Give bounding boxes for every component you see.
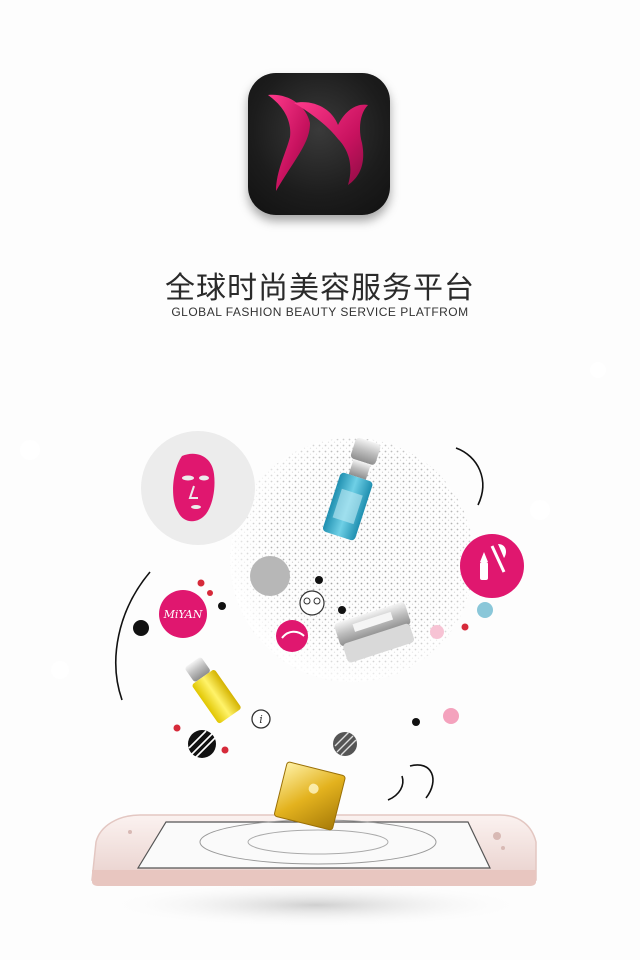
beauty-illustration: MiYAN i [20, 362, 606, 927]
serum-bottle-yellow [185, 657, 241, 724]
phone-device [91, 814, 537, 927]
eyelash-bubble-icon [276, 620, 308, 652]
striped-ball [188, 730, 216, 758]
svg-text:i: i [259, 713, 263, 726]
striped-ball-grey [333, 731, 357, 756]
svg-text:MiYAN: MiYAN [163, 608, 203, 621]
info-icon: i [251, 709, 271, 729]
face-mask-icon [141, 431, 255, 545]
cosmetics-bubble-icon [460, 534, 524, 598]
glasses-icon [299, 590, 325, 616]
brand-badge-icon: MiYAN [159, 590, 207, 638]
